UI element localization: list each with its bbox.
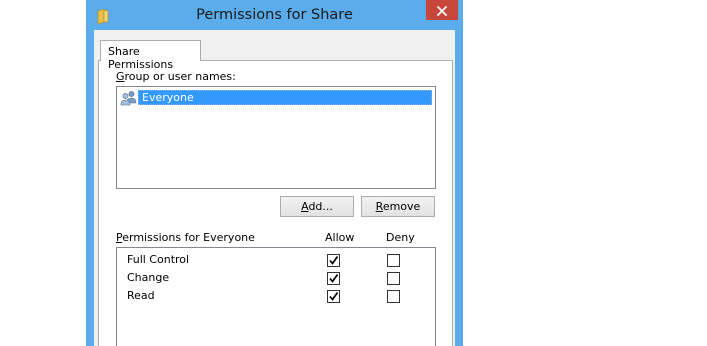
list-item-label: Everyone <box>138 90 432 105</box>
deny-checkbox-read[interactable] <box>387 290 400 303</box>
close-icon <box>437 1 447 20</box>
allow-checkbox-read[interactable] <box>327 290 340 303</box>
remove-access-key: R <box>375 200 383 213</box>
close-button[interactable] <box>426 0 458 20</box>
permission-name: Read <box>127 289 155 302</box>
window-title: Permissions for Share <box>196 7 353 23</box>
allow-column-header: Allow <box>325 231 355 244</box>
permission-row-full-control: Full Control <box>117 251 435 269</box>
group-label-text: roup or user names: <box>124 70 236 83</box>
users-icon <box>120 90 138 106</box>
permission-name: Full Control <box>127 253 190 266</box>
permissions-list: Full Control Change Read <box>116 247 436 346</box>
group-label-access-key: G <box>116 70 125 83</box>
deny-column-header: Deny <box>386 231 415 244</box>
permissions-label-text: ermissions for Everyone <box>122 231 255 244</box>
deny-checkbox-full-control[interactable] <box>387 254 400 267</box>
dialog-client-area: Share Permissions Group or user names: E… <box>94 30 455 346</box>
check-icon <box>329 292 339 301</box>
group-user-list[interactable]: Everyone <box>116 86 436 189</box>
check-icon <box>329 274 339 283</box>
add-button[interactable]: Add... <box>280 196 354 217</box>
allow-checkbox-full-control[interactable] <box>327 254 340 267</box>
check-icon <box>329 256 339 265</box>
permission-name: Change <box>127 271 170 284</box>
remove-label: emove <box>382 200 421 213</box>
group-list-label: Group or user names: <box>116 70 236 83</box>
deny-checkbox-change[interactable] <box>387 272 400 285</box>
permissions-label: Permissions for Everyone <box>116 231 255 244</box>
allow-checkbox-change[interactable] <box>327 272 340 285</box>
list-item[interactable]: Everyone <box>120 90 432 106</box>
remove-button[interactable]: Remove <box>361 196 435 217</box>
permissions-dialog: Permissions for Share Share Permissions … <box>86 0 463 346</box>
permission-row-read: Read <box>117 287 435 305</box>
permission-row-change: Change <box>117 269 435 287</box>
tab-share-permissions[interactable]: Share Permissions <box>100 40 201 71</box>
add-label: dd... <box>308 200 333 213</box>
